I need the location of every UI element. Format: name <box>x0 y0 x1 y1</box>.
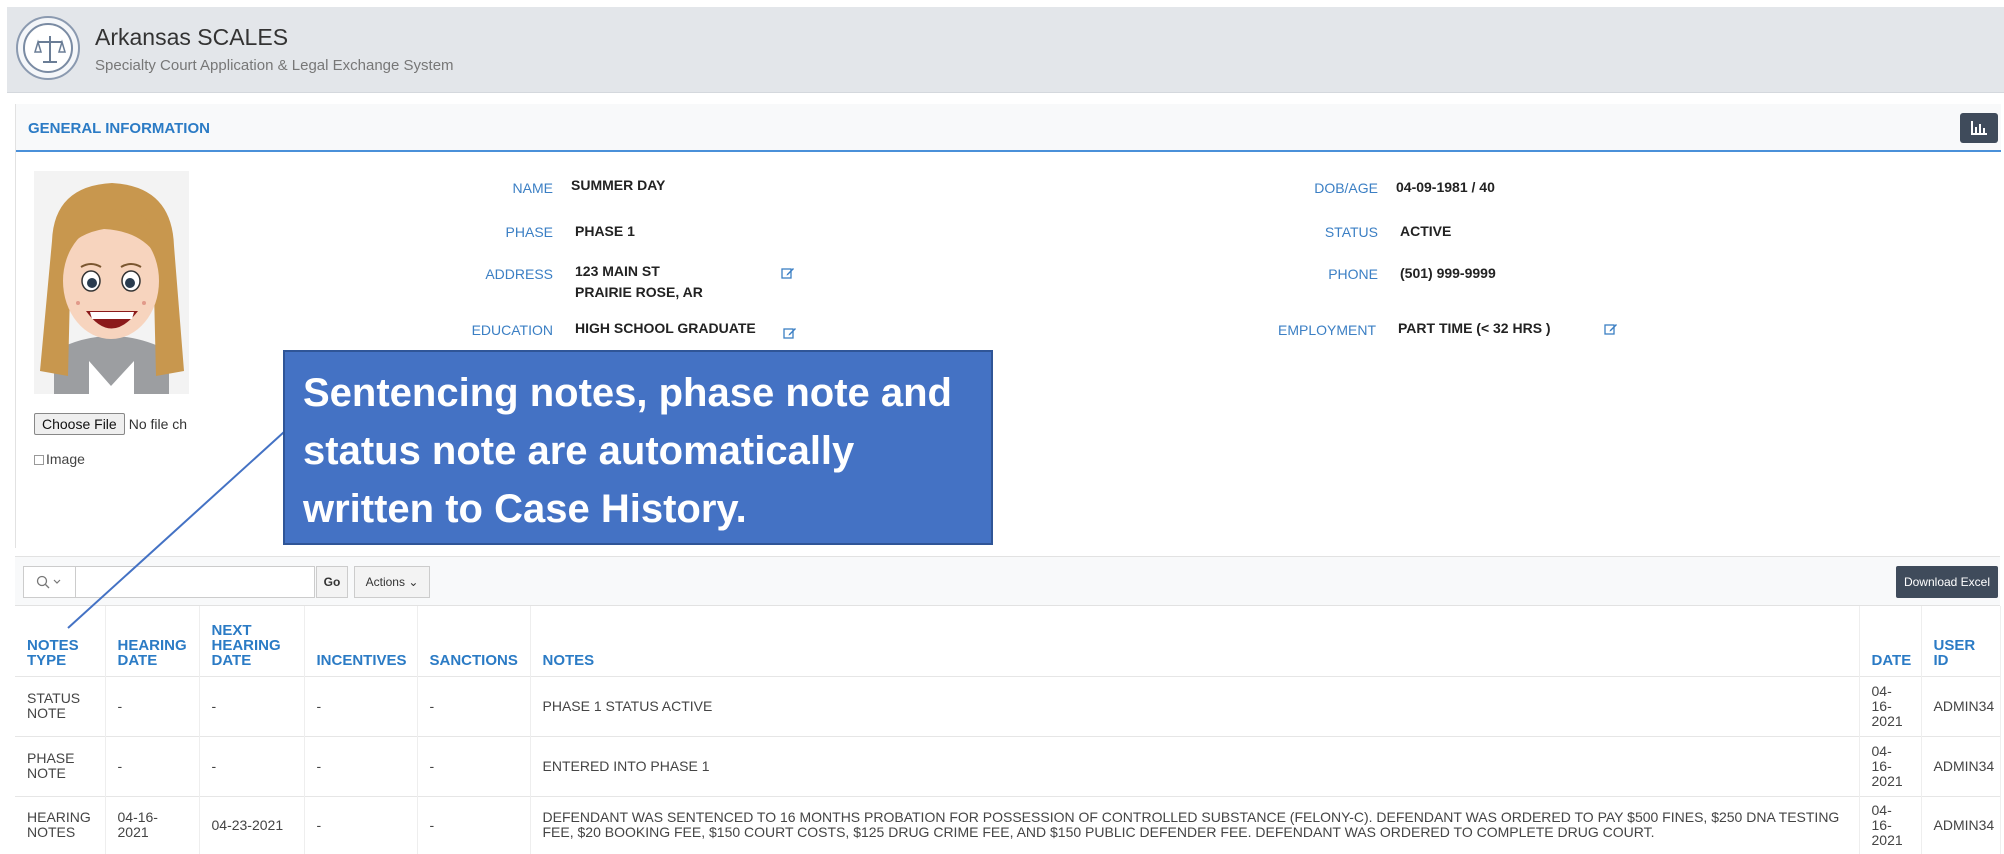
file-upload: Choose File No file ch <box>34 413 187 435</box>
address-line-1: 123 MAIN ST <box>575 263 660 279</box>
cell-user-id: ADMIN34 <box>1921 735 2001 796</box>
col-header-user-id[interactable]: USER ID <box>1921 606 2001 676</box>
dob-age-value: 04-09-1981 / 40 <box>1396 179 1495 195</box>
app-subtitle: Specialty Court Application & Legal Exch… <box>95 57 454 74</box>
app-header: Arkansas SCALES Specialty Court Applicat… <box>7 7 2004 93</box>
edit-education-icon[interactable] <box>783 326 797 340</box>
search-input[interactable] <box>77 567 298 597</box>
address-line-2: PRAIRIE ROSE, AR <box>575 284 703 300</box>
col-header-sanctions[interactable]: SANCTIONS <box>417 606 531 676</box>
phase-label: PHASE <box>505 224 553 240</box>
cell-sanctions: - <box>417 675 531 736</box>
cell-date: 04-16-2021 <box>1859 735 1922 796</box>
cell-notes-type: STATUS NOTE <box>15 675 106 736</box>
address-label: ADDRESS <box>485 266 553 282</box>
name-label: NAME <box>512 180 553 196</box>
download-excel-button[interactable]: Download Excel <box>1896 566 1998 598</box>
cell-user-id: ADMIN34 <box>1921 675 2001 736</box>
cell-hearing-date: 04-16-2021 <box>105 795 200 854</box>
cell-incentives: - <box>304 675 418 736</box>
col-header-incentives[interactable]: INCENTIVES <box>304 606 418 676</box>
callout-text: Sentencing notes, phase note and status … <box>303 371 952 531</box>
education-label: EDUCATION <box>471 322 553 338</box>
image-placeholder: Image <box>34 451 85 467</box>
name-value: SUMMER DAY <box>571 177 666 193</box>
bar-chart-icon <box>1971 121 1987 135</box>
panel-title: GENERAL INFORMATION <box>28 120 210 137</box>
cell-notes-type: HEARING NOTES <box>15 795 106 854</box>
search-column-selector[interactable] <box>24 567 76 597</box>
choose-file-button[interactable]: Choose File <box>34 413 125 435</box>
cell-hearing-date: - <box>105 735 200 796</box>
status-value: ACTIVE <box>1400 223 1452 239</box>
table-row: PHASE NOTE - - - - ENTERED INTO PHASE 1 … <box>15 735 2001 796</box>
employment-value: PART TIME (< 32 HRS ) <box>1398 320 1551 336</box>
cell-date: 04-16-2021 <box>1859 795 1922 854</box>
phase-value: PHASE 1 <box>575 223 635 239</box>
cell-sanctions: - <box>417 795 531 854</box>
cell-date: 04-16-2021 <box>1859 675 1922 736</box>
col-header-date[interactable]: DATE <box>1859 606 1922 676</box>
cell-notes-type: PHASE NOTE <box>15 735 106 796</box>
scales-icon <box>33 36 67 63</box>
table-row: HEARING NOTES 04-16-2021 04-23-2021 - - … <box>15 795 2001 854</box>
phone-label: PHONE <box>1328 266 1378 282</box>
cell-next-hearing-date: - <box>199 735 305 796</box>
no-file-text: No file ch <box>128 416 188 432</box>
cell-user-id: ADMIN34 <box>1921 795 2001 854</box>
search-box <box>23 566 315 598</box>
cell-incentives: - <box>304 795 418 854</box>
court-seal-logo <box>16 16 80 80</box>
phone-value: (501) 999-9999 <box>1400 265 1496 281</box>
cell-notes: PHASE 1 STATUS ACTIVE <box>530 675 1860 736</box>
cell-incentives: - <box>304 735 418 796</box>
broken-image-icon <box>34 455 44 465</box>
cell-hearing-date: - <box>105 675 200 736</box>
actions-label: Actions <box>365 575 405 589</box>
case-history-table: NOTES TYPE HEARING DATE NEXT HEARING DAT… <box>15 606 2001 854</box>
chart-button[interactable] <box>1960 113 1998 143</box>
table-toolbar: Go Actions ⌄ Download Excel <box>15 556 2000 606</box>
address-value: 123 MAIN ST PRAIRIE ROSE, AR <box>575 261 703 303</box>
panel-header: GENERAL INFORMATION <box>16 104 2001 152</box>
status-label: STATUS <box>1324 224 1378 240</box>
col-header-hearing-date[interactable]: HEARING DATE <box>105 606 200 676</box>
dob-age-label: DOB/AGE <box>1314 180 1378 196</box>
col-header-notes[interactable]: NOTES <box>530 606 1860 676</box>
app-title: Arkansas SCALES <box>95 24 289 50</box>
employment-label: EMPLOYMENT <box>1277 322 1376 338</box>
chevron-down-icon: ⌄ <box>408 575 419 589</box>
col-header-notes-type[interactable]: NOTES TYPE <box>15 606 106 676</box>
cell-notes: ENTERED INTO PHASE 1 <box>530 735 1860 796</box>
edit-address-icon[interactable] <box>781 266 795 280</box>
annotation-callout: Sentencing notes, phase note and status … <box>283 350 993 545</box>
table-header-row: NOTES TYPE HEARING DATE NEXT HEARING DAT… <box>15 606 2001 676</box>
go-button[interactable]: Go <box>316 566 348 598</box>
cell-next-hearing-date: 04-23-2021 <box>199 795 305 854</box>
image-alt-text: Image <box>46 451 85 467</box>
cell-notes: DEFENDANT WAS SENTENCED TO 16 MONTHS PRO… <box>530 795 1860 854</box>
actions-menu-button[interactable]: Actions ⌄ <box>354 566 430 598</box>
table-row: STATUS NOTE - - - - PHASE 1 STATUS ACTIV… <box>15 675 2001 736</box>
search-icon <box>36 575 61 589</box>
cell-next-hearing-date: - <box>199 675 305 736</box>
profile-avatar <box>34 171 189 394</box>
edit-employment-icon[interactable] <box>1604 322 1618 336</box>
cell-sanctions: - <box>417 735 531 796</box>
education-value: HIGH SCHOOL GRADUATE <box>575 320 756 336</box>
col-header-next-hearing-date[interactable]: NEXT HEARING DATE <box>199 606 305 676</box>
